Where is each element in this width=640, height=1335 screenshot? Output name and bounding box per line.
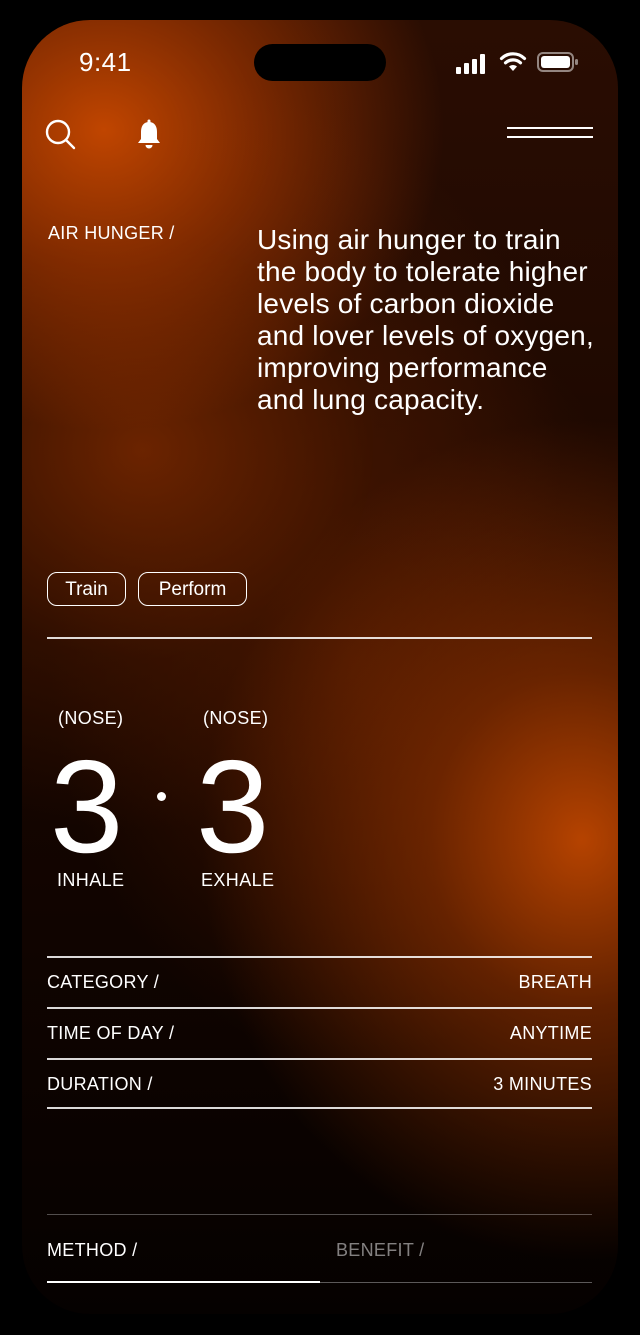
detail-category-value: BREATH <box>518 972 592 992</box>
menu-icon-line-top <box>507 127 593 129</box>
inhale-mode: (NOSE) <box>58 708 124 728</box>
menu-icon-line-bottom <box>507 136 593 138</box>
exhale-label: EXHALE <box>201 870 275 890</box>
detail-time-of-day-value: ANYTIME <box>509 1023 592 1043</box>
tab-benefit[interactable]: BENEFIT / <box>336 1240 424 1261</box>
cellular-signal-icon <box>456 54 490 79</box>
exercise-kicker: AIR HUNGER / <box>48 223 175 243</box>
detail-time-of-day-label: TIME OF DAY / <box>47 1023 175 1043</box>
status-time: 9:41 <box>79 47 132 77</box>
divider <box>47 1107 592 1109</box>
divider <box>47 956 592 958</box>
divider <box>47 1007 592 1009</box>
exercise-description: Using air hunger to train the body to to… <box>257 224 594 415</box>
divider <box>47 1214 592 1215</box>
tab-method[interactable]: METHOD / <box>47 1240 137 1261</box>
dynamic-island <box>254 44 386 81</box>
divider <box>47 1058 592 1060</box>
divider <box>47 637 592 639</box>
detail-duration-label: DURATION / <box>47 1074 153 1094</box>
exhale-mode: (NOSE) <box>203 708 269 728</box>
tag-train[interactable]: Train <box>47 572 126 606</box>
detail-duration-value: 3 MINUTES <box>493 1074 592 1094</box>
bell-icon[interactable] <box>135 119 163 156</box>
search-icon[interactable] <box>45 119 77 156</box>
separator-dot <box>157 792 166 801</box>
detail-category-label: CATEGORY / <box>47 972 160 992</box>
phone-screen: 9:41 AIR HUNGER / Using air hunger to tr… <box>22 20 618 1314</box>
inhale-count: 3 <box>50 733 124 880</box>
tag-perform[interactable]: Perform <box>138 572 247 606</box>
menu-button[interactable] <box>507 125 593 141</box>
exhale-count: 3 <box>196 733 270 880</box>
wifi-icon <box>499 51 527 78</box>
inhale-label: INHALE <box>57 870 125 890</box>
battery-icon <box>537 52 579 77</box>
tab-active-indicator <box>47 1281 320 1283</box>
